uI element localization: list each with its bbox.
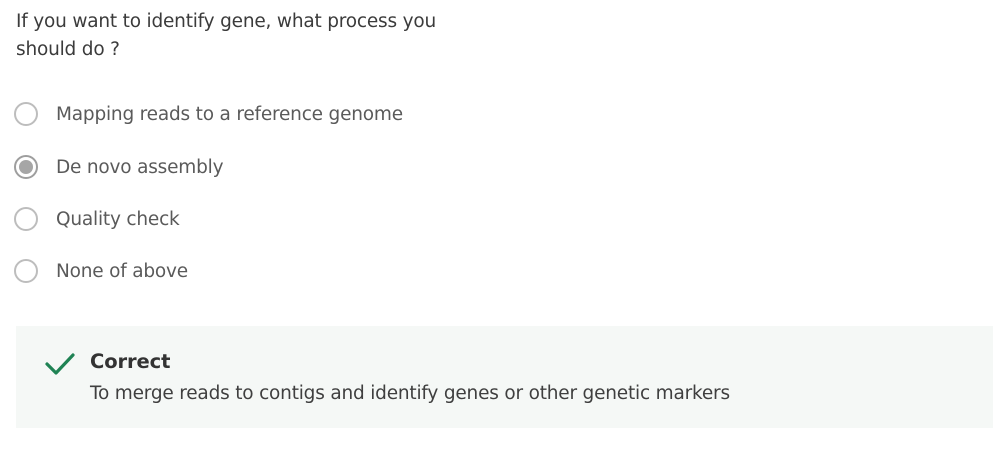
feedback-title: Correct	[90, 350, 171, 373]
option-quality-check[interactable]: Quality check	[14, 204, 180, 234]
option-de-novo-assembly[interactable]: De novo assembly	[14, 152, 224, 182]
feedback-explanation: To merge reads to contigs and identify g…	[90, 383, 730, 404]
check-icon	[45, 353, 75, 375]
question-text: If you want to identify gene, what proce…	[16, 11, 436, 60]
quiz-question-page: If you want to identify gene, what proce…	[0, 0, 993, 450]
option-none-of-above[interactable]: None of above	[14, 256, 188, 286]
radio-button-unselected[interactable]	[14, 102, 38, 126]
option-label: Quality check	[56, 208, 180, 230]
option-label: Mapping reads to a reference genome	[56, 103, 403, 125]
option-label: None of above	[56, 260, 188, 282]
radio-button-selected[interactable]	[14, 155, 38, 179]
radio-button-unselected[interactable]	[14, 207, 38, 231]
answer-feedback-panel: Correct To merge reads to contigs and id…	[16, 326, 993, 428]
option-label: De novo assembly	[56, 156, 224, 178]
option-mapping-reads[interactable]: Mapping reads to a reference genome	[14, 99, 403, 129]
radio-button-unselected[interactable]	[14, 259, 38, 283]
